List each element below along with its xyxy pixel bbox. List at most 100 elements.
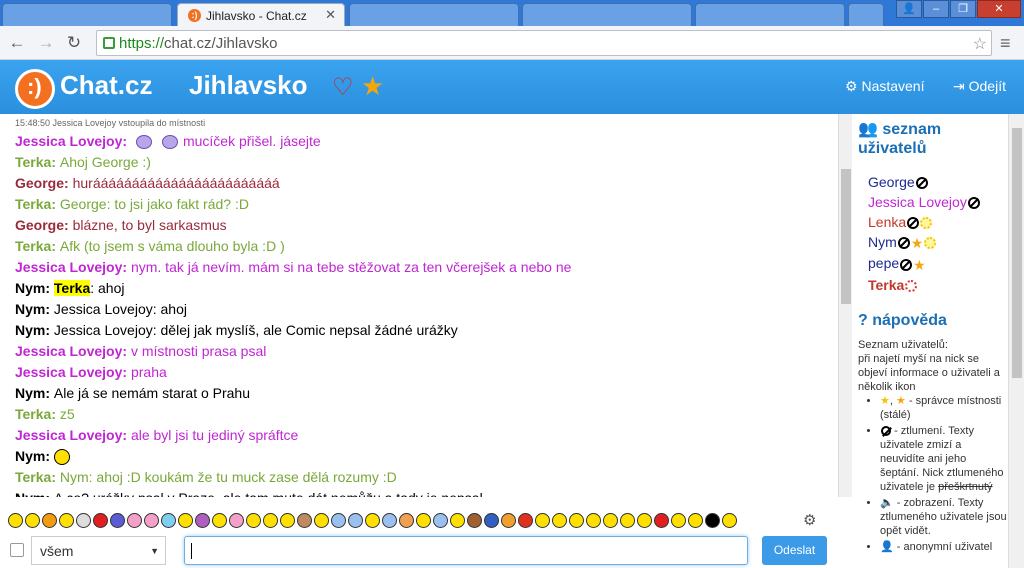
user-list-item[interactable]: pepe ★ [868, 253, 1008, 274]
emoticon-icon[interactable] [518, 513, 533, 529]
recipient-select[interactable]: všem ▼ [31, 536, 166, 565]
heart-icon[interactable]: ♡ [332, 73, 354, 102]
emoticon-icon[interactable] [127, 513, 142, 529]
reload-icon[interactable]: ↻ [63, 32, 85, 54]
message-nick[interactable]: George: [15, 175, 73, 191]
chat-scrollbar[interactable] [838, 114, 852, 497]
bookmark-star-icon[interactable]: ☆ [973, 34, 987, 54]
emoticon-icon[interactable] [671, 513, 686, 529]
user-nick[interactable]: pepe [868, 255, 899, 271]
emoticon-icon[interactable] [229, 513, 244, 529]
back-arrow-icon[interactable]: ← [6, 32, 28, 54]
user-list-item[interactable]: Terka [868, 275, 1008, 295]
emoticon-icon[interactable] [161, 513, 176, 529]
message-nick[interactable]: Terka: [15, 154, 60, 170]
emoticon-icon[interactable] [467, 513, 482, 529]
message-input[interactable] [184, 536, 748, 565]
new-tab-button[interactable] [848, 3, 884, 26]
emoticon-icon[interactable] [314, 513, 329, 529]
user-nick[interactable]: Lenka [868, 214, 906, 230]
user-nick[interactable]: Jessica Lovejoy [868, 194, 967, 210]
send-button[interactable]: Odeslat [762, 536, 827, 565]
message-nick[interactable]: Terka: [15, 406, 60, 422]
message-nick[interactable]: Nym: [15, 448, 54, 464]
message-nick[interactable]: Jessica Lovejoy: [15, 259, 131, 275]
star-icon[interactable]: ★ [361, 71, 384, 102]
emoticon-icon[interactable] [93, 513, 108, 529]
message-nick[interactable]: Nym: [15, 490, 54, 497]
emoticon-icon[interactable] [586, 513, 601, 529]
message-nick[interactable]: Nym: [15, 322, 54, 338]
user-list-item[interactable]: George [868, 172, 1008, 192]
browser-tab[interactable] [695, 3, 845, 26]
browser-tab[interactable] [349, 3, 519, 26]
emoticon-icon[interactable] [263, 513, 278, 529]
minimize-icon[interactable]: – [923, 0, 949, 18]
emoticon-icon[interactable] [382, 513, 397, 529]
message-nick[interactable]: Jessica Lovejoy: [15, 343, 131, 359]
emoticon-icon[interactable] [365, 513, 380, 529]
emoticon-icon[interactable] [535, 513, 550, 529]
brand-name[interactable]: Chat.cz [60, 70, 152, 101]
message-nick[interactable]: Nym: [15, 301, 54, 317]
chat-scroll-thumb[interactable] [841, 169, 851, 304]
user-list-item[interactable]: Lenka [868, 212, 1008, 232]
emoticon-icon[interactable] [416, 513, 431, 529]
message-nick[interactable]: Jessica Lovejoy: [15, 364, 131, 380]
emoticon-icon[interactable] [552, 513, 567, 529]
emoticon-icon[interactable] [8, 513, 23, 529]
message-nick[interactable]: Terka: [15, 238, 60, 254]
emoticon-icon[interactable] [688, 513, 703, 529]
menu-icon[interactable]: ≡ [1000, 33, 1011, 54]
close-tab-icon[interactable]: ✕ [325, 7, 336, 23]
browser-tab[interactable] [2, 3, 172, 26]
emoticon-icon[interactable] [178, 513, 193, 529]
sidebar-scroll-thumb[interactable] [1012, 128, 1022, 378]
emoticon-icon[interactable] [654, 513, 669, 529]
emoticon-icon[interactable] [620, 513, 635, 529]
emoticon-icon[interactable] [246, 513, 261, 529]
emoticon-icon[interactable] [569, 513, 584, 529]
emoticon-icon[interactable] [722, 513, 737, 529]
message-nick[interactable]: Terka: [15, 469, 60, 485]
sidebar-scrollbar[interactable] [1008, 114, 1024, 568]
user-list-item[interactable]: Jessica Lovejoy [868, 192, 1008, 212]
emoticon-icon[interactable] [297, 513, 312, 529]
user-nick[interactable]: George [868, 174, 915, 190]
user-icon[interactable]: 👤 [896, 0, 922, 18]
message-nick[interactable]: Nym: [15, 385, 54, 401]
emoticon-icon[interactable] [42, 513, 57, 529]
message-nick[interactable]: George: [15, 217, 73, 233]
emoticon-icon[interactable] [195, 513, 210, 529]
message-nick[interactable]: Terka: [15, 196, 60, 212]
chat-logo-icon[interactable]: :) [15, 69, 55, 109]
message-nick[interactable]: Jessica Lovejoy: [15, 133, 131, 149]
emoticon-icon[interactable] [144, 513, 159, 529]
message-nick[interactable]: Nym: [15, 280, 54, 296]
message-nick[interactable]: Jessica Lovejoy: [15, 427, 131, 443]
forward-arrow-icon[interactable]: → [35, 32, 57, 54]
emoticon-icon[interactable] [212, 513, 227, 529]
browser-tab[interactable] [522, 3, 692, 26]
emoticon-icon[interactable] [280, 513, 295, 529]
user-nick[interactable]: Terka [868, 277, 904, 293]
close-window-icon[interactable]: ✕ [977, 0, 1021, 18]
user-nick[interactable]: Nym [868, 234, 897, 250]
emoticon-settings-gear-icon[interactable]: ⚙ [803, 511, 816, 529]
address-bar[interactable]: https://chat.cz/Jihlavsko ☆ [96, 30, 992, 56]
emoticon-icon[interactable] [110, 513, 125, 529]
emoticon-icon[interactable] [637, 513, 652, 529]
emoticon-icon[interactable] [59, 513, 74, 529]
logout-link[interactable]: ⇥ Odejít [953, 78, 1006, 95]
emoticon-icon[interactable] [76, 513, 91, 529]
emoticon-icon[interactable] [484, 513, 499, 529]
emoticon-icon[interactable] [501, 513, 516, 529]
whisper-checkbox[interactable] [10, 543, 24, 557]
restore-icon[interactable]: ❐ [950, 0, 976, 18]
browser-tab-active[interactable]: :) Jihlavsko - Chat.cz ✕ [177, 3, 345, 26]
emoticon-icon[interactable] [348, 513, 363, 529]
emoticon-icon[interactable] [603, 513, 618, 529]
emoticon-icon[interactable] [433, 513, 448, 529]
emoticon-icon[interactable] [399, 513, 414, 529]
emoticon-icon[interactable] [450, 513, 465, 529]
